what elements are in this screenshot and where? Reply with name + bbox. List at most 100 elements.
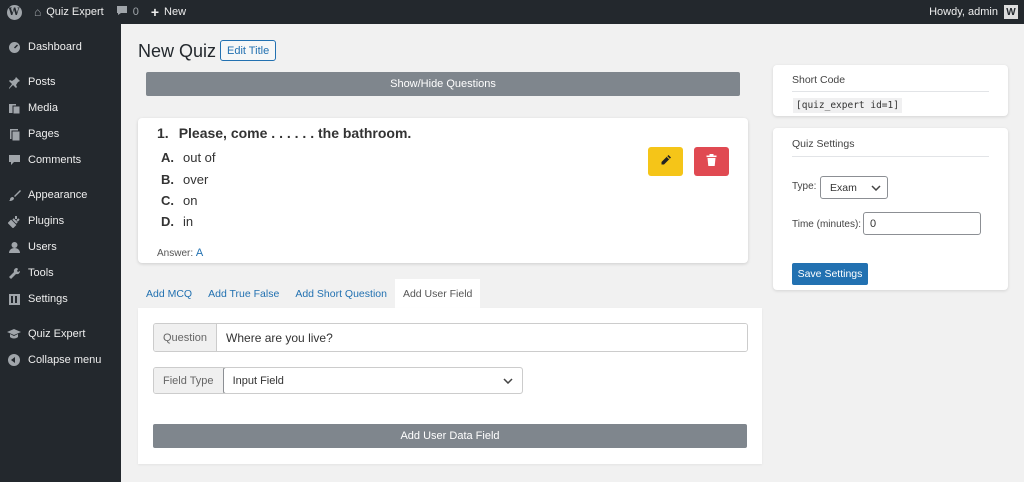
option-b: B. over bbox=[161, 172, 208, 187]
time-input[interactable]: 0 bbox=[863, 212, 981, 235]
media-icon bbox=[7, 101, 21, 115]
chevron-down-icon bbox=[871, 182, 881, 194]
shortcode-title: Short Code bbox=[792, 74, 846, 86]
sidebar-item-users[interactable]: Users bbox=[0, 234, 121, 260]
home-icon: ⌂ bbox=[34, 5, 42, 19]
question-input-group: Question Where are you live? bbox=[153, 323, 748, 352]
type-label: Type: bbox=[792, 181, 817, 192]
field-type-group: Field Type Input Field bbox=[153, 367, 523, 394]
sidebar-item-pages[interactable]: Pages bbox=[0, 121, 121, 147]
question-card: 1. Please, come . . . . . . the bathroom.… bbox=[138, 118, 748, 263]
add-user-data-field-button[interactable]: Add User Data Field bbox=[153, 424, 747, 448]
question-number: 1. bbox=[157, 125, 169, 141]
tab-add-true-false[interactable]: Add True False bbox=[200, 279, 287, 309]
sidebar-item-media[interactable]: Media bbox=[0, 95, 121, 121]
settings-icon bbox=[7, 292, 21, 306]
tab-add-mcq[interactable]: Add MCQ bbox=[138, 279, 200, 309]
option-letter: B. bbox=[161, 172, 174, 187]
site-name-link[interactable]: ⌂ Quiz Expert bbox=[28, 0, 110, 24]
chevron-down-icon bbox=[503, 375, 513, 387]
user-field-form: Question Where are you live? Field Type … bbox=[138, 308, 762, 464]
sidebar-item-label: Tools bbox=[28, 267, 54, 279]
admin-bar: W ⌂ Quiz Expert 0 + New Howdy, admin W bbox=[0, 0, 1024, 24]
admin-sidebar: Dashboard Posts Media Pages Comments App… bbox=[0, 24, 121, 482]
tab-add-short-question[interactable]: Add Short Question bbox=[287, 279, 395, 309]
collapse-icon bbox=[7, 353, 21, 367]
comments-link[interactable]: 0 bbox=[110, 0, 145, 24]
sidebar-item-label: Settings bbox=[28, 293, 68, 305]
save-settings-button[interactable]: Save Settings bbox=[792, 263, 868, 285]
trash-icon bbox=[706, 154, 717, 169]
option-letter: C. bbox=[161, 193, 174, 208]
option-text: out of bbox=[183, 150, 216, 165]
question-label: Question bbox=[154, 324, 218, 351]
plug-icon bbox=[7, 214, 21, 228]
tab-add-user-field[interactable]: Add User Field bbox=[394, 279, 481, 309]
sidebar-item-label: Comments bbox=[28, 154, 82, 166]
question-text: 1. Please, come . . . . . . the bathroom. bbox=[157, 125, 411, 141]
shortcode-value[interactable]: [quiz_expert id=1] bbox=[793, 98, 902, 113]
sidebar-item-label: Appearance bbox=[28, 189, 88, 201]
sidebar-item-label: Collapse menu bbox=[28, 354, 102, 366]
sidebar-item-tools[interactable]: Tools bbox=[0, 260, 121, 286]
brush-icon bbox=[7, 188, 21, 202]
answer-line: Answer: A bbox=[157, 247, 203, 259]
quiz-settings-box: Quiz Settings Type: Exam Time (minutes):… bbox=[773, 128, 1008, 290]
option-text: on bbox=[183, 193, 198, 208]
pages-icon bbox=[7, 127, 21, 141]
sidebar-item-label: Users bbox=[28, 241, 57, 253]
pin-icon bbox=[7, 75, 21, 89]
option-letter: A. bbox=[161, 150, 174, 165]
comment-icon bbox=[116, 5, 128, 19]
option-d: D. in bbox=[161, 214, 193, 229]
edit-title-button[interactable]: Edit Title bbox=[220, 40, 277, 61]
delete-question-button[interactable] bbox=[694, 147, 729, 176]
answer-value: A bbox=[195, 247, 204, 259]
collapse-menu-button[interactable]: Collapse menu bbox=[0, 347, 121, 373]
sidebar-item-label: Dashboard bbox=[28, 41, 82, 53]
sidebar-item-label: Media bbox=[28, 102, 58, 114]
sidebar-item-label: Plugins bbox=[28, 215, 65, 227]
avatar[interactable]: W bbox=[1004, 5, 1018, 19]
question-type-tabs: Add MCQ Add True False Add Short Questio… bbox=[138, 279, 481, 309]
sidebar-item-dashboard[interactable]: Dashboard bbox=[0, 34, 121, 60]
option-letter: D. bbox=[161, 214, 174, 229]
howdy-text[interactable]: Howdy, admin bbox=[923, 0, 998, 24]
plus-icon: + bbox=[150, 4, 160, 20]
answer-label: Answer: bbox=[157, 248, 194, 259]
sidebar-item-label: Quiz Expert bbox=[28, 328, 86, 340]
page-title: New Quiz bbox=[138, 41, 217, 61]
sidebar-item-quiz-expert[interactable]: Quiz Expert bbox=[0, 321, 121, 347]
question-body: Please, come . . . . . . the bathroom. bbox=[178, 125, 412, 141]
sidebar-item-settings[interactable]: Settings bbox=[0, 286, 121, 312]
comments-count: 0 bbox=[132, 6, 139, 18]
settings-title: Quiz Settings bbox=[792, 138, 855, 150]
comment-icon bbox=[7, 153, 21, 167]
shortcode-box: Short Code [quiz_expert id=1] bbox=[773, 65, 1008, 116]
question-input[interactable]: Where are you live? bbox=[217, 324, 747, 351]
sidebar-item-appearance[interactable]: Appearance bbox=[0, 182, 121, 208]
user-icon bbox=[7, 240, 21, 254]
pencil-icon bbox=[660, 154, 672, 169]
wordpress-logo-icon[interactable]: W bbox=[0, 0, 28, 24]
option-a: A. out of bbox=[161, 150, 216, 165]
sidebar-item-comments[interactable]: Comments bbox=[0, 147, 121, 173]
sidebar-item-plugins[interactable]: Plugins bbox=[0, 208, 121, 234]
option-text: over bbox=[183, 172, 209, 187]
site-name: Quiz Expert bbox=[46, 6, 104, 18]
field-type-label: Field Type bbox=[154, 368, 224, 393]
option-text: in bbox=[183, 214, 194, 229]
divider bbox=[792, 156, 989, 157]
edit-question-button[interactable] bbox=[648, 147, 683, 176]
sidebar-item-posts[interactable]: Posts bbox=[0, 69, 121, 95]
field-type-value: Input Field bbox=[232, 374, 284, 387]
show-hide-questions-button[interactable]: Show/Hide Questions bbox=[146, 72, 740, 96]
dashboard-icon bbox=[7, 40, 21, 54]
sidebar-item-label: Pages bbox=[28, 128, 60, 140]
field-type-select[interactable]: Input Field bbox=[222, 368, 522, 393]
type-select[interactable]: Exam bbox=[820, 176, 888, 199]
new-label: New bbox=[164, 6, 187, 18]
new-content-link[interactable]: + New bbox=[145, 0, 192, 24]
wrench-icon bbox=[7, 266, 21, 280]
divider bbox=[792, 91, 989, 92]
